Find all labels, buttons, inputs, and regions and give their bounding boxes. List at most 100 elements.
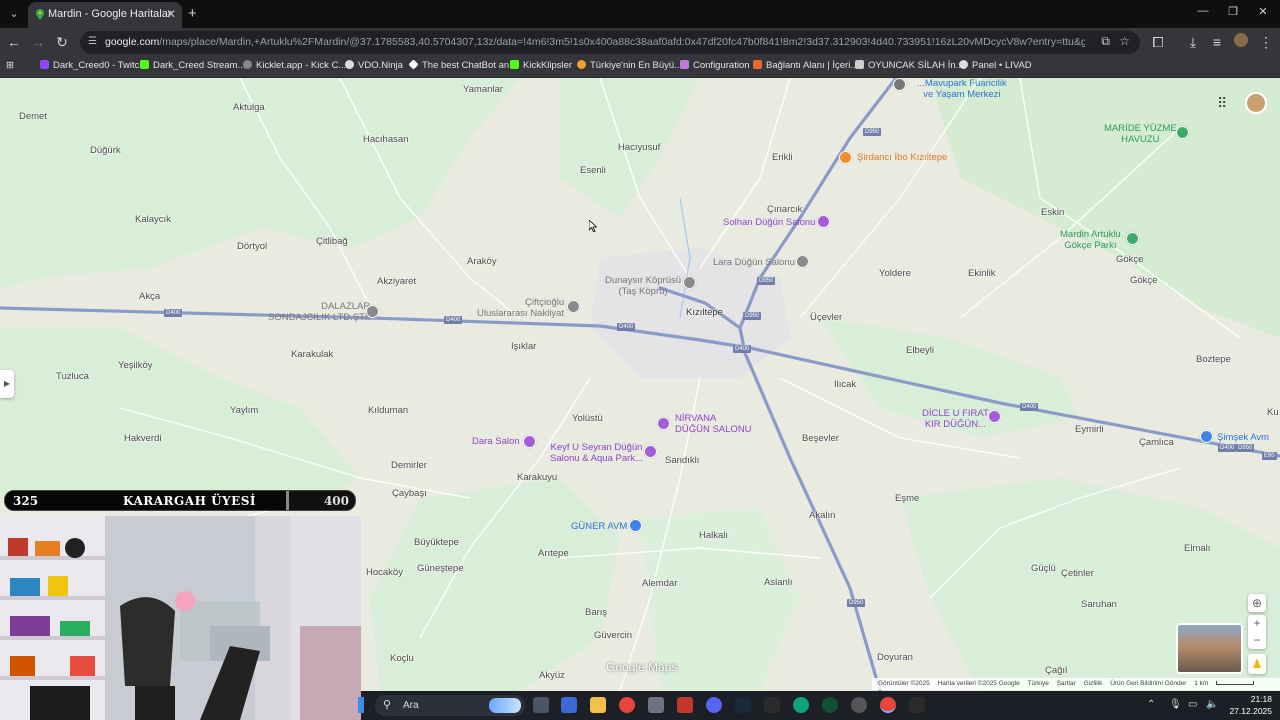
poi-label[interactable]: Lara Düğün Salonu — [713, 257, 795, 268]
store-icon[interactable] — [561, 697, 577, 713]
poi-label[interactable]: NİRVANA DÜĞÜN SALONU — [675, 413, 752, 435]
place-label[interactable]: Barış — [585, 607, 607, 618]
place-label[interactable]: Hocaköy — [366, 567, 403, 578]
media-control-icon[interactable]: ≡ — [1207, 33, 1227, 51]
company-pin-icon[interactable] — [366, 305, 379, 318]
feedback-link[interactable]: Ürün Geri Bildirimi Gönder — [1110, 680, 1186, 687]
place-label[interactable]: Yaylım — [230, 405, 258, 416]
poi-label[interactable]: Dunaysır Köprüsü (Taş Köprü) — [605, 275, 681, 297]
place-label[interactable]: Çamlıca — [1139, 437, 1174, 448]
place-label[interactable]: Erikli — [772, 152, 793, 163]
place-label[interactable]: Akziyaret — [377, 276, 416, 287]
place-label[interactable]: Aslanlı — [764, 577, 793, 588]
poi-label[interactable]: Şimşek Avm — [1217, 432, 1269, 443]
privacy-link[interactable]: Gizlilik — [1084, 680, 1103, 687]
new-tab-icon[interactable]: + — [188, 5, 197, 22]
tab-search-icon[interactable]: ⌄ — [4, 4, 24, 24]
apps-grid-icon[interactable]: ⊞ — [6, 60, 14, 71]
wedding-hall-pin-icon[interactable] — [523, 435, 536, 448]
street-view-thumbnail[interactable] — [1176, 623, 1243, 674]
place-label[interactable]: Karakuyu — [517, 472, 557, 483]
terms-link[interactable]: Şartlar — [1057, 680, 1076, 687]
poi-label[interactable]: Mardin Artuklu Gökçe Parkı — [1060, 229, 1121, 251]
address-bar[interactable]: ☰ google.com/maps/place/Mardin,+Artuklu%… — [80, 31, 1140, 54]
place-label[interactable]: Esenli — [580, 165, 606, 176]
restore-icon[interactable]: ❐ — [1218, 5, 1248, 18]
close-tab-icon[interactable]: ✕ — [166, 7, 176, 21]
minimize-icon[interactable]: — — [1188, 5, 1218, 17]
wedding-hall-pin-icon[interactable] — [817, 215, 830, 228]
clock[interactable]: 21:18 27.12.2025 — [1229, 693, 1272, 717]
chrome-menu-icon[interactable]: ⋮ — [1256, 33, 1276, 51]
epic-games-icon[interactable] — [909, 697, 925, 713]
place-label[interactable]: Güvercin — [594, 630, 632, 641]
zoom-out-icon[interactable]: − — [1248, 632, 1266, 649]
place-label[interactable]: Boztepe — [1196, 354, 1231, 365]
place-label[interactable]: Çınarcık — [767, 204, 802, 215]
place-label[interactable]: Demirler — [391, 460, 427, 471]
pegman-icon[interactable]: ♟ — [1248, 654, 1266, 674]
park-pin-icon[interactable] — [1126, 232, 1139, 245]
bookmark-item[interactable]: OYUNCAK SİLAH İn... — [855, 60, 964, 71]
bookmark-item[interactable]: Dark_Creed Stream... — [140, 60, 245, 71]
place-label[interactable]: Ilıcak — [834, 379, 856, 390]
zoom-in-icon[interactable]: + — [1248, 615, 1266, 632]
place-label[interactable]: Kalaycık — [135, 214, 171, 225]
bookmark-item[interactable]: VDO.Ninja — [345, 60, 403, 71]
place-label[interactable]: Ekinlik — [968, 268, 995, 279]
place-label[interactable]: Kılduman — [368, 405, 408, 416]
discord-icon[interactable] — [706, 697, 722, 713]
poi-label[interactable]: Dara Salon — [472, 436, 520, 447]
country-link[interactable]: Türkiye — [1028, 680, 1049, 687]
bookmark-item[interactable]: Panel • LIVAD — [959, 60, 1032, 71]
bookmark-item[interactable]: Bağlantı Alanı | İçeri... — [753, 60, 858, 71]
wedding-hall-pin-icon[interactable] — [657, 417, 670, 430]
landmark-pin-icon[interactable] — [683, 276, 696, 289]
taskbar-search[interactable]: ⚲ Ara — [375, 695, 525, 716]
place-label[interactable]: Çaybaşı — [392, 488, 427, 499]
tab-maps[interactable]: Mardin - Google Haritalar ✕ — [28, 2, 182, 28]
place-label[interactable]: Halkalı — [699, 530, 728, 541]
place-label[interactable]: Akyüz — [539, 670, 565, 681]
url-text[interactable]: google.com/maps/place/Mardin,+Artuklu%2F… — [105, 36, 1085, 48]
place-label[interactable]: Çağıl — [1045, 665, 1067, 676]
place-label[interactable]: Akalın — [809, 510, 835, 521]
bookmark-star-icon[interactable]: ☆ — [1119, 34, 1130, 48]
place-label[interactable]: Gökçe — [1130, 275, 1157, 286]
google-apps-icon[interactable]: ⠿ — [1217, 95, 1227, 112]
chrome-active-icon[interactable] — [880, 697, 896, 713]
place-label[interactable]: Eskin — [1041, 207, 1064, 218]
place-label[interactable]: Koçlu — [390, 653, 414, 664]
wedding-hall-pin-icon[interactable] — [644, 445, 657, 458]
place-label[interactable]: Doyuran — [877, 652, 913, 663]
close-window-icon[interactable]: ✕ — [1248, 5, 1278, 18]
place-label[interactable]: Yolüstü — [572, 413, 603, 424]
poi-label[interactable]: DİCLE U FIRAT KIR DÜĞÜN... — [922, 408, 989, 430]
place-label[interactable]: Ku — [1267, 407, 1279, 418]
place-label[interactable]: Üçevler — [810, 312, 842, 323]
place-label[interactable]: Çitlibağ — [316, 236, 348, 247]
restaurant-pin-icon[interactable] — [839, 151, 852, 164]
shopping-pin-icon[interactable] — [629, 519, 642, 532]
obs-icon[interactable] — [851, 697, 867, 713]
place-label[interactable]: Gökçe — [1116, 254, 1143, 265]
bookmark-item[interactable]: KickKlipsler — [510, 60, 572, 71]
microphone-icon[interactable]: 🎙 — [1169, 699, 1182, 710]
place-label[interactable]: Alemdar — [642, 578, 677, 589]
epic-games-icon[interactable] — [764, 697, 780, 713]
place-label[interactable]: Saruhan — [1081, 599, 1117, 610]
place-label[interactable]: Büyüktepe — [414, 537, 459, 548]
poi-label[interactable]: ...Mavupark Fuaricilik ve Yaşam Merkezi — [917, 78, 1007, 100]
bookmark-item[interactable]: Kicklet.app - Kick C... — [243, 60, 346, 71]
place-label[interactable]: Demet — [19, 111, 47, 122]
park-pin-icon[interactable] — [1176, 126, 1189, 139]
bookmark-item[interactable]: Configuration — [680, 60, 750, 71]
profile-avatar[interactable] — [1231, 33, 1251, 51]
back-icon[interactable]: ← — [4, 33, 24, 51]
site-info-icon[interactable]: ☰ — [88, 36, 97, 47]
install-app-icon[interactable]: ⧉ — [1101, 34, 1110, 49]
scale-label[interactable]: 1 km — [1194, 680, 1208, 687]
my-location-icon[interactable]: ⊕ — [1248, 594, 1266, 612]
place-label[interactable]: Eşme — [895, 493, 919, 504]
shopping-pin-icon[interactable] — [1200, 430, 1213, 443]
